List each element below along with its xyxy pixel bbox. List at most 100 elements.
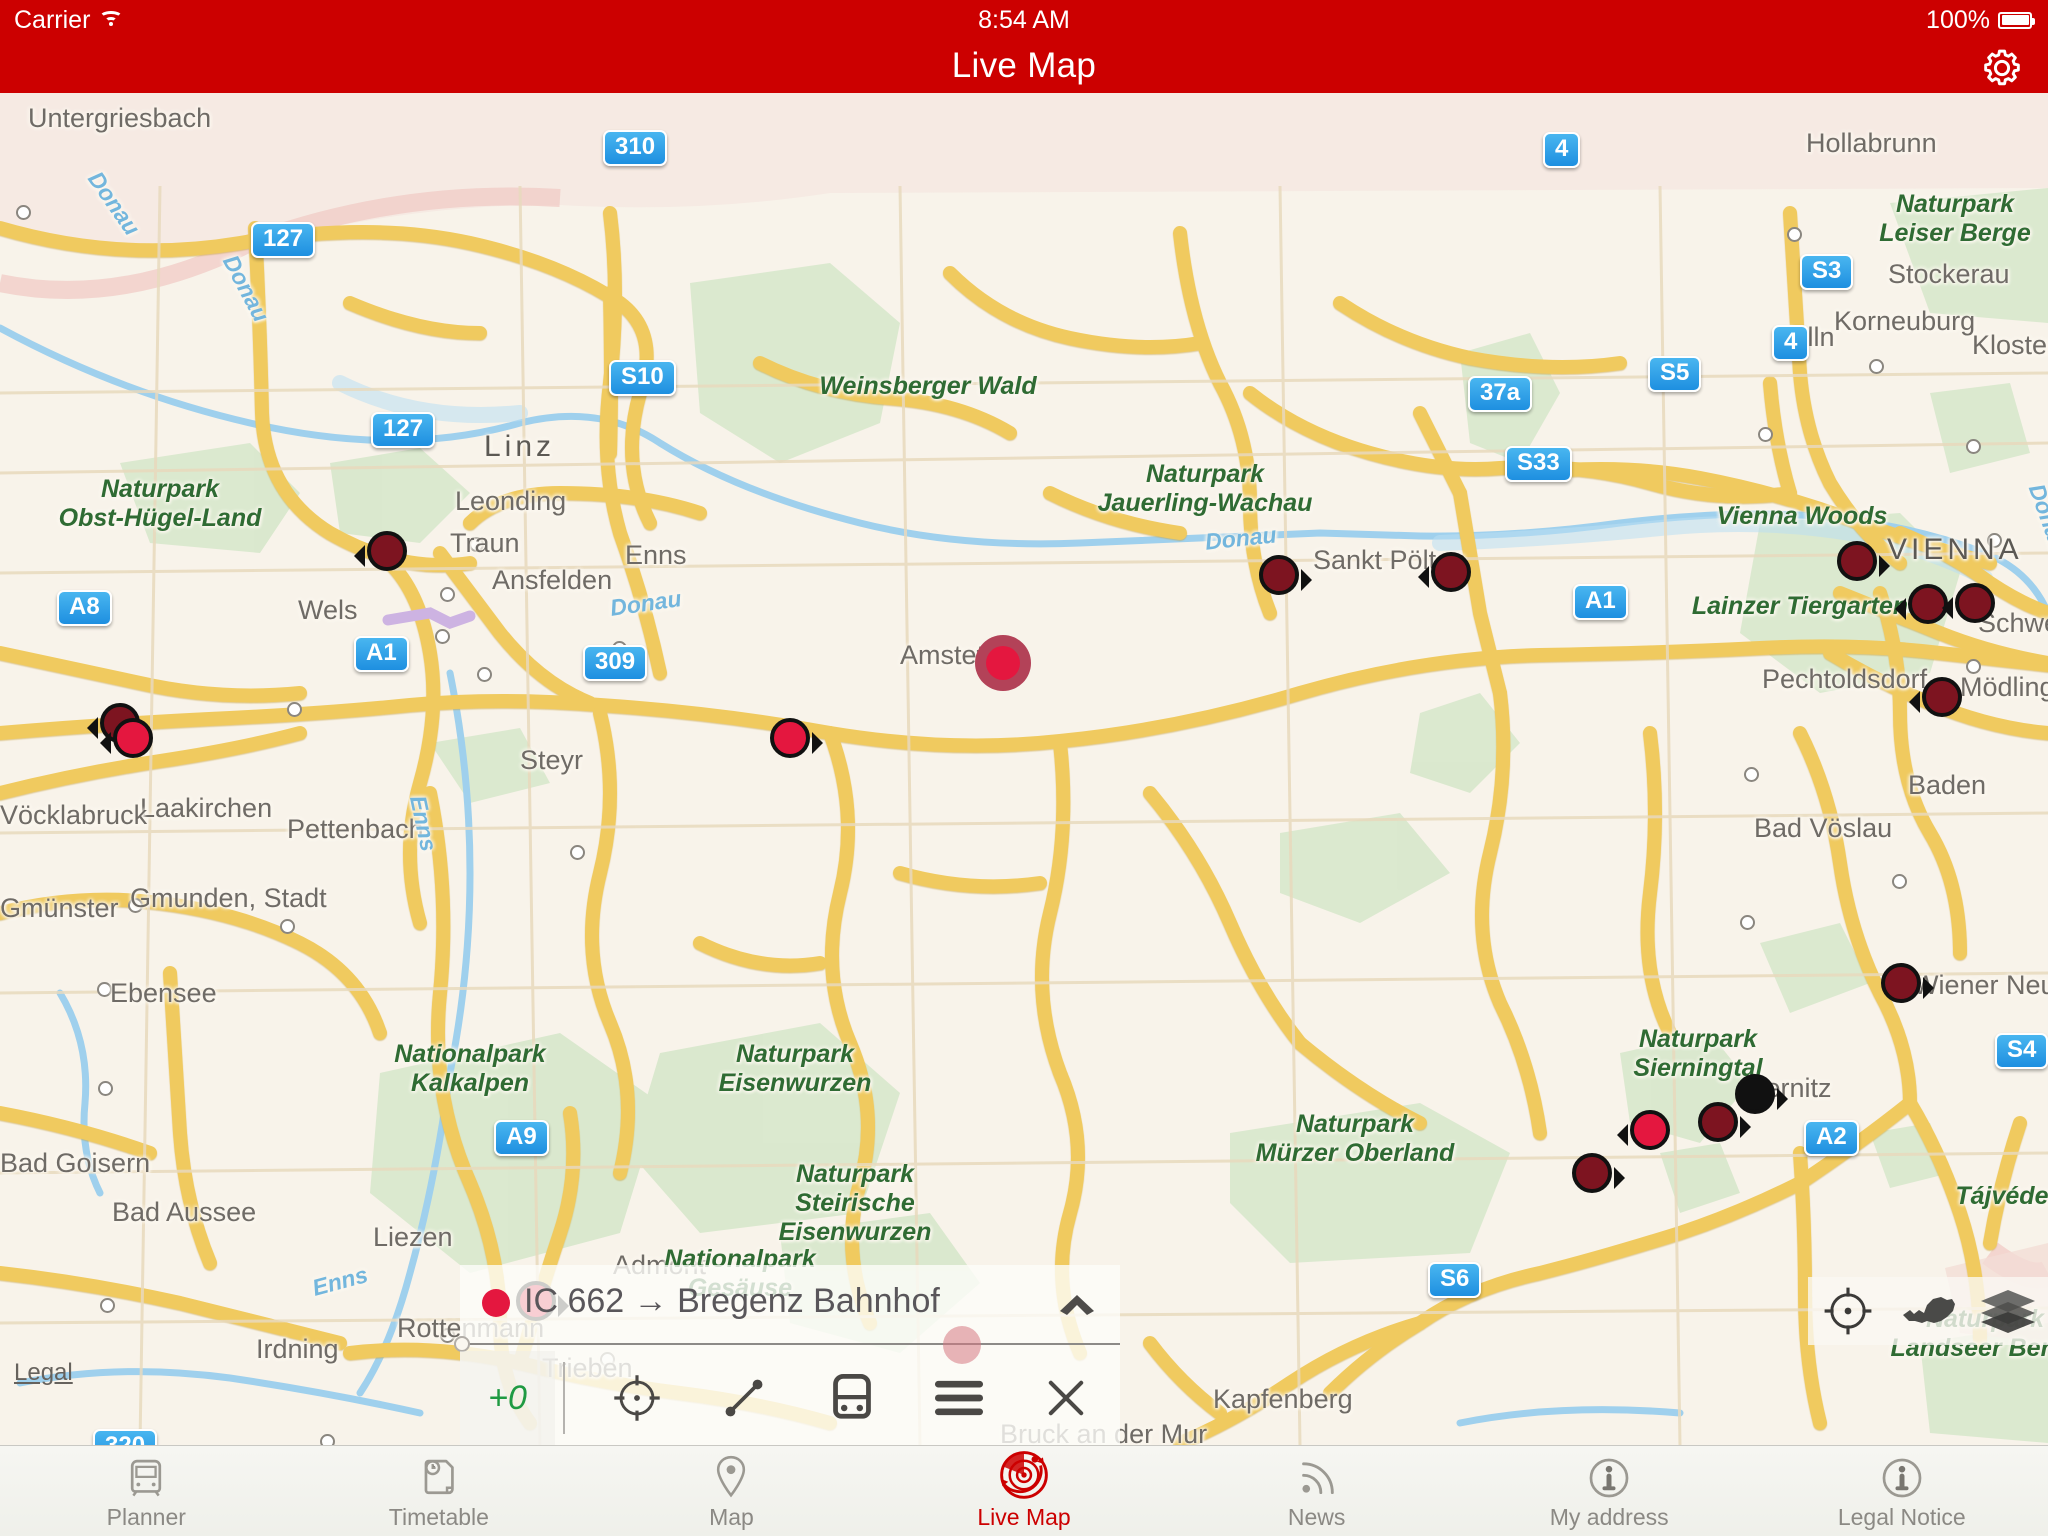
map-park-label: Nationalpark Kalkalpen xyxy=(394,1040,546,1097)
status-bar-clock: 8:54 AM xyxy=(978,5,1070,34)
map-park-label: Naturpark Mürzer Oberland xyxy=(1255,1110,1455,1167)
train-marker-dot xyxy=(1259,555,1299,595)
tab-legal-notice[interactable]: Legal Notice xyxy=(1755,1446,2048,1536)
close-panel-button[interactable] xyxy=(1013,1351,1120,1445)
road-shield: 4 xyxy=(1772,325,1810,361)
locate-me-button[interactable] xyxy=(1817,1280,1879,1342)
map-city-dot xyxy=(280,919,295,934)
road-shield: 127 xyxy=(371,412,436,448)
train-marker-dot xyxy=(1572,1153,1612,1193)
collapse-panel-button[interactable] xyxy=(1056,1289,1098,1317)
hamburger-list-icon xyxy=(934,1380,983,1416)
tab-label: Timetable xyxy=(388,1504,489,1530)
train-marker-dot xyxy=(1698,1102,1738,1142)
center-on-train-button[interactable] xyxy=(583,1351,690,1445)
tab-my-address[interactable]: My address xyxy=(1463,1446,1756,1536)
map-city-label: Traun xyxy=(450,528,520,558)
live-map[interactable]: Untergriesbach Hollabrunn Stockerau Korneub… xyxy=(0,93,2048,1445)
map-park-label: Weinsberger Wald xyxy=(819,372,1037,400)
map-city-label: Korneuburg xyxy=(1834,306,1976,336)
map-city-label: Gmünster xyxy=(0,893,119,923)
train-marker[interactable] xyxy=(1259,555,1312,595)
toolbar-divider xyxy=(563,1362,565,1434)
train-marker-dot xyxy=(1837,541,1877,581)
delay-badge: +0 xyxy=(460,1351,555,1445)
train-marker[interactable] xyxy=(1735,1074,1788,1114)
train-marker[interactable] xyxy=(1698,1102,1751,1142)
train-marker-direction-pointer xyxy=(1740,1116,1751,1138)
train-marker-dot xyxy=(1881,963,1921,1003)
train-marker-dot xyxy=(367,531,407,571)
train-marker[interactable] xyxy=(1418,552,1471,592)
tab-label: Planner xyxy=(106,1504,186,1530)
train-marker-dot xyxy=(113,718,153,758)
map-city-dot xyxy=(287,702,302,717)
map-city-label: Gmunden, Stadt xyxy=(130,883,327,913)
map-city-label: Vöcklabruck xyxy=(0,800,148,830)
map-city-dot xyxy=(1787,227,1802,242)
train-details-button[interactable] xyxy=(798,1351,905,1445)
map-city-label: Bad Goisern xyxy=(0,1148,151,1178)
train-marker[interactable] xyxy=(1909,677,1962,717)
map-city-dot xyxy=(1744,767,1759,782)
show-route-button[interactable] xyxy=(690,1351,797,1445)
train-marker[interactable] xyxy=(100,718,153,758)
train-marker[interactable] xyxy=(1572,1153,1625,1193)
train-icon xyxy=(832,1373,871,1419)
train-marker-direction-pointer xyxy=(1895,598,1906,620)
clock-page-icon xyxy=(416,1455,462,1501)
train-status-dot xyxy=(482,1289,510,1317)
train-panel-toolbar: +0 xyxy=(460,1351,1120,1445)
map-city-dot xyxy=(1892,874,1907,889)
tab-planner[interactable]: Planner xyxy=(0,1446,293,1536)
train-marker-dot xyxy=(1735,1074,1775,1114)
train-marker[interactable] xyxy=(1881,963,1934,1003)
road-shield: 310 xyxy=(603,130,668,166)
train-marker-direction-pointer xyxy=(1614,1167,1625,1189)
chevron-up-icon xyxy=(1060,1295,1094,1315)
train-marker[interactable] xyxy=(354,531,407,571)
map-city-label: Untergriesbach xyxy=(28,103,212,133)
tab-label: Legal Notice xyxy=(1837,1504,1966,1530)
train-marker[interactable] xyxy=(1617,1110,1670,1150)
map-city-dot xyxy=(477,667,492,682)
train-marker-direction-pointer xyxy=(87,717,98,739)
train-marker[interactable] xyxy=(975,635,1031,691)
tab-timetable[interactable]: Timetable xyxy=(293,1446,586,1536)
tab-live-map[interactable]: Live Map xyxy=(878,1446,1171,1536)
map-pin-icon xyxy=(709,1455,753,1501)
map-layers-button[interactable] xyxy=(1977,1280,2039,1342)
train-marker[interactable] xyxy=(1942,583,1995,623)
map-city-label: Bad Aussee xyxy=(112,1197,257,1227)
status-bar: Carrier 8:54 AM 100% xyxy=(0,0,2048,40)
tab-map[interactable]: Map xyxy=(585,1446,878,1536)
train-progress-slider[interactable] xyxy=(454,1326,1120,1364)
map-park-label: Naturpark Steirische Eisenwurzen xyxy=(778,1160,932,1246)
map-city-label: Stockerau xyxy=(1888,259,2010,289)
map-park-label: Vienna Woods xyxy=(1716,502,1888,530)
map-controls[interactable] xyxy=(1808,1277,2048,1345)
tab-label: News xyxy=(1287,1504,1346,1530)
train-marker-direction-pointer xyxy=(1923,977,1934,999)
layers-icon xyxy=(1981,1290,2035,1333)
train-marker[interactable] xyxy=(1837,541,1890,581)
settings-button[interactable] xyxy=(1978,46,2026,90)
train-marker-dot xyxy=(1630,1110,1670,1150)
stop-list-button[interactable] xyxy=(905,1351,1012,1445)
train-marker-direction-pointer xyxy=(100,732,111,754)
train-marker[interactable] xyxy=(770,718,823,758)
train-info-panel[interactable]: IC 662 → Bregenz Bahnhof +0 xyxy=(454,1265,1120,1445)
tab-bar[interactable]: Planner Timetable Map Live Map News My addres… xyxy=(0,1445,2048,1536)
map-legal-link[interactable]: Legal xyxy=(14,1359,73,1387)
train-marker-direction-pointer xyxy=(354,545,365,567)
status-bar-right: 100% xyxy=(1926,5,2035,35)
austria-overview-button[interactable] xyxy=(1897,1280,1959,1342)
tab-news[interactable]: News xyxy=(1170,1446,1463,1536)
train-panel-title: IC 662 → Bregenz Bahnhof xyxy=(524,1282,940,1320)
train-marker-direction-pointer xyxy=(812,732,823,754)
battery-percent-label: 100% xyxy=(1926,5,1990,34)
road-shield: 320 xyxy=(93,1429,158,1445)
gear-icon xyxy=(1984,49,2020,86)
road-shield: S3 xyxy=(1800,254,1854,290)
road-shield: A1 xyxy=(354,636,409,672)
